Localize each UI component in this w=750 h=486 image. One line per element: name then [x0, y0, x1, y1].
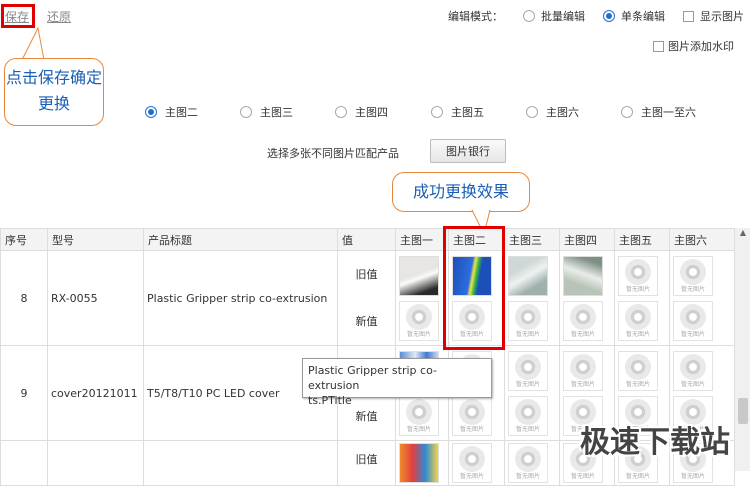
placeholder-image[interactable]: 暂无图片 — [452, 443, 492, 483]
slot-radio-6[interactable] — [526, 106, 538, 118]
header-value: 值 — [338, 229, 396, 251]
header-image-1: 主图一 — [396, 229, 449, 251]
product-image-old[interactable] — [399, 256, 439, 296]
slot-option-6[interactable]: 主图六 — [526, 104, 579, 120]
placeholder-image[interactable]: 暂无图片 — [618, 351, 658, 391]
product-image-old[interactable] — [563, 256, 603, 296]
image-slot-selector: 主图二 主图三 主图四 主图五 主图六 主图一至六 — [0, 99, 750, 123]
placeholder-image[interactable]: 暂无图片 — [673, 256, 713, 296]
slot-radio-5[interactable] — [431, 106, 443, 118]
row-model — [48, 441, 144, 486]
tooltip-line-1: Plastic Gripper strip co-extrusion — [308, 363, 486, 393]
placeholder-image[interactable]: 暂无图片 — [508, 351, 548, 391]
header-image-5: 主图五 — [615, 229, 670, 251]
slot-label-4: 主图四 — [355, 104, 388, 120]
image-cell-6[interactable]: 暂无图片 暂无图片 — [670, 251, 735, 346]
slot-radio-2[interactable] — [145, 106, 157, 118]
image-cell-1[interactable] — [396, 441, 449, 486]
table-scrollbar[interactable]: ▲ — [734, 228, 750, 471]
site-watermark-logo: 极速下载站 — [580, 417, 730, 461]
slot-radio-all[interactable] — [621, 106, 633, 118]
placeholder-image[interactable]: 暂无图片 — [618, 256, 658, 296]
old-value-label: 旧值 — [338, 251, 395, 298]
slot-label-2: 主图二 — [165, 104, 198, 120]
placeholder-image[interactable]: 暂无图片 — [618, 301, 658, 341]
slot-radio-4[interactable] — [335, 106, 347, 118]
slot-option-2[interactable]: 主图二 — [145, 104, 198, 120]
scrollbar-thumb[interactable] — [738, 398, 748, 424]
multi-select-hint: 选择多张不同图片匹配产品 — [267, 145, 399, 161]
placeholder-image[interactable]: 暂无图片 — [508, 443, 548, 483]
header-image-3: 主图三 — [505, 229, 560, 251]
row-model: cover20121011 — [48, 346, 144, 441]
placeholder-image[interactable]: 暂无图片 — [399, 301, 439, 341]
slot-label-6: 主图六 — [546, 104, 579, 120]
slot-option-3[interactable]: 主图三 — [240, 104, 293, 120]
slot-radio-3[interactable] — [240, 106, 252, 118]
placeholder-image[interactable]: 暂无图片 — [563, 351, 603, 391]
tooltip-line-2: ts.PTitle — [308, 393, 486, 408]
new-value-label: 新值 — [338, 298, 395, 345]
placeholder-image[interactable]: 暂无图片 — [508, 301, 548, 341]
image-cell-3[interactable]: 暂无图片 暂无图片 — [505, 346, 560, 441]
slot-label-5: 主图五 — [451, 104, 484, 120]
image-cell-3[interactable]: 暂无图片 — [505, 251, 560, 346]
scroll-up-arrow-icon[interactable]: ▲ — [735, 228, 750, 242]
single-edit-radio[interactable] — [603, 10, 615, 22]
product-image-old[interactable] — [508, 256, 548, 296]
header-title: 产品标题 — [144, 229, 338, 251]
placeholder-image[interactable]: 暂无图片 — [673, 351, 713, 391]
batch-edit-radio[interactable] — [523, 10, 535, 22]
image-cell-1[interactable]: 暂无图片 — [396, 251, 449, 346]
slot-option-5[interactable]: 主图五 — [431, 104, 484, 120]
title-tooltip: Plastic Gripper strip co-extrusion ts.PT… — [302, 358, 492, 398]
header-index: 序号 — [1, 229, 48, 251]
edit-mode-toolbar: 编辑模式： 批量编辑 单条编辑 显示图片 — [448, 8, 744, 24]
value-labels: 旧值 新值 — [338, 251, 396, 346]
slot-option-all[interactable]: 主图一至六 — [621, 104, 696, 120]
batch-edit-label: 批量编辑 — [541, 8, 585, 24]
edit-mode-label: 编辑模式： — [448, 8, 503, 24]
show-image-checkbox[interactable] — [683, 11, 694, 22]
add-watermark-checkbox[interactable] — [653, 41, 664, 52]
header-image-4: 主图四 — [560, 229, 615, 251]
save-highlight-box — [1, 4, 35, 28]
row-title[interactable]: Plastic Gripper strip co-extrusion — [144, 251, 338, 346]
watermark-option: 图片添加水印 — [653, 38, 734, 54]
header-image-6: 主图六 — [670, 229, 735, 251]
slot-label-all: 主图一至六 — [641, 104, 696, 120]
row-title[interactable] — [144, 441, 338, 486]
row-index: 8 — [1, 251, 48, 346]
show-image-label: 显示图片 — [700, 8, 744, 24]
placeholder-image[interactable]: 暂无图片 — [563, 301, 603, 341]
image-bank-button[interactable]: 图片银行 — [430, 139, 506, 163]
image-cell-4[interactable]: 暂无图片 — [560, 251, 615, 346]
placeholder-image[interactable]: 暂无图片 — [508, 396, 548, 436]
add-watermark-label: 图片添加水印 — [668, 38, 734, 54]
placeholder-image[interactable]: 暂无图片 — [673, 301, 713, 341]
table-row[interactable]: 8 RX-0055 Plastic Gripper strip co-extru… — [1, 251, 735, 346]
slot-option-4[interactable]: 主图四 — [335, 104, 388, 120]
single-edit-label: 单条编辑 — [621, 8, 665, 24]
success-tip-callout: 成功更换效果 — [392, 172, 530, 212]
row-index: 9 — [1, 346, 48, 441]
image-cell-2[interactable]: 暂无图片 — [449, 441, 505, 486]
restore-link[interactable]: 还原 — [47, 8, 71, 25]
product-image-old[interactable] — [399, 443, 439, 483]
image-cell-5[interactable]: 暂无图片 暂无图片 — [615, 251, 670, 346]
row-model: RX-0055 — [48, 251, 144, 346]
replaced-image-highlight-box — [443, 226, 505, 350]
old-value-label: 旧值 — [338, 441, 396, 486]
image-cell-3[interactable]: 暂无图片 — [505, 441, 560, 486]
callout-pointer-save — [20, 26, 50, 62]
table-header-row: 序号 型号 产品标题 值 主图一 主图二 主图三 主图四 主图五 主图六 — [1, 229, 735, 251]
header-model: 型号 — [48, 229, 144, 251]
slot-label-3: 主图三 — [260, 104, 293, 120]
row-index — [1, 441, 48, 486]
